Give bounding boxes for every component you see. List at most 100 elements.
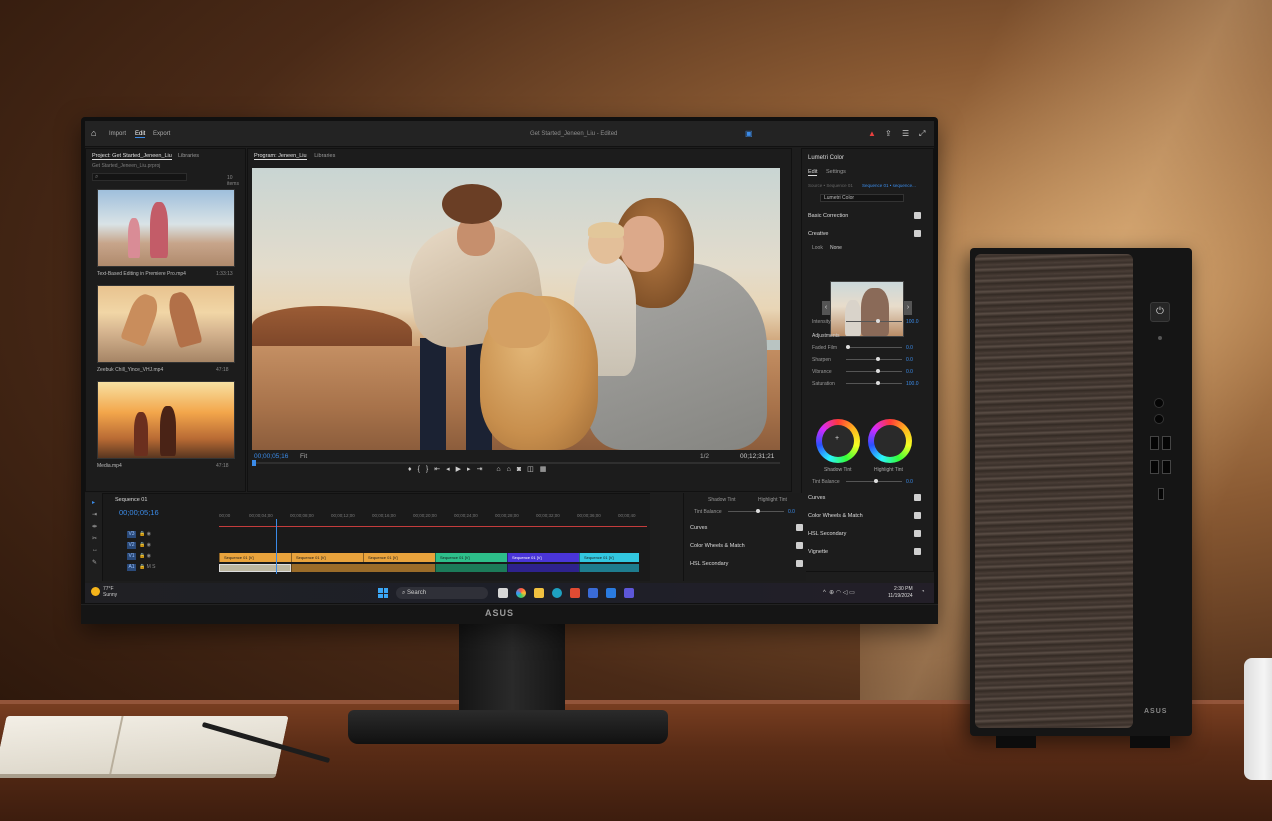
step-forward-icon[interactable]: ▸ [467, 466, 477, 473]
playback-scrubber[interactable] [252, 460, 780, 466]
faded-film-value[interactable]: 0.0 [906, 345, 913, 351]
curves-checkbox[interactable] [796, 524, 803, 531]
timeline-clip[interactable]: Sequence 01 [V] [291, 553, 363, 562]
track-header-v3[interactable]: V3 🔒 ◉ [127, 531, 215, 540]
tab-program[interactable]: Program: Jeneen_Liu [254, 153, 307, 160]
weather-widget[interactable]: 77°F Sunny [103, 586, 117, 598]
color-wheels-checkbox[interactable] [796, 542, 803, 549]
tab-import[interactable]: Import [109, 131, 126, 137]
in-point-icon[interactable]: { [418, 466, 426, 473]
vignette-checkbox[interactable] [914, 548, 921, 555]
slip-tool-icon[interactable]: ↔ [92, 547, 98, 553]
mic-jack[interactable] [1154, 414, 1164, 424]
usb-port[interactable] [1162, 436, 1171, 450]
store-icon[interactable] [570, 588, 580, 598]
sequence-label[interactable]: Sequence 01 • sequence... [862, 183, 916, 188]
section-curves[interactable]: Curves [808, 495, 825, 501]
tint-balance-value[interactable]: 0.0 [906, 479, 913, 485]
adjustments-label[interactable]: Adjustments [812, 333, 840, 339]
play-icon[interactable]: ▶ [456, 466, 467, 473]
intensity-value[interactable]: 100.0 [906, 319, 919, 325]
app-icon[interactable] [588, 588, 598, 598]
sharpen-value[interactable]: 0.0 [906, 357, 913, 363]
look-preview[interactable] [830, 281, 904, 337]
timeline-clip[interactable]: Sequence 01 [V] [363, 553, 435, 562]
track-label[interactable]: V2 [127, 542, 136, 549]
timeline-clip[interactable]: Sequence 01 [V] [219, 553, 291, 562]
hsl-secondary-checkbox[interactable] [796, 560, 803, 567]
settings-icon[interactable]: ▦ [540, 466, 553, 473]
power-icon[interactable]: ⏻ [1150, 302, 1170, 322]
section-color-wheels[interactable]: Color Wheels & Match [808, 513, 863, 519]
timeline-playhead[interactable] [276, 519, 277, 574]
track-label[interactable]: A1 [127, 564, 136, 571]
usb-port[interactable] [1150, 460, 1159, 474]
clip-thumbnail[interactable] [97, 285, 235, 363]
out-point-icon[interactable]: } [426, 466, 434, 473]
audio-clip[interactable] [219, 564, 291, 572]
app-icon[interactable] [624, 588, 634, 598]
quality-dropdown[interactable]: 1/2 [700, 453, 709, 460]
file-explorer-icon[interactable] [534, 588, 544, 598]
section-color-wheels[interactable]: Color Wheels & Match [690, 543, 745, 549]
faded-film-slider[interactable] [846, 345, 902, 349]
clip-thumbnail[interactable] [97, 381, 235, 459]
fit-dropdown[interactable]: Fit [300, 453, 307, 460]
highlight-tint-wheel[interactable] [868, 419, 912, 463]
wifi-icon[interactable]: ◠ [836, 590, 841, 596]
notification-icon[interactable]: ◔ [921, 589, 925, 595]
sequence-tab[interactable]: Sequence 01 [115, 497, 147, 503]
app-icon[interactable] [606, 588, 616, 598]
effect-select[interactable]: Lumetri Color [820, 194, 904, 202]
battery-icon[interactable]: ▭ [849, 590, 855, 596]
tint-balance-slider[interactable] [728, 509, 784, 513]
track-label[interactable]: V1 [127, 553, 136, 560]
playhead[interactable] [252, 460, 256, 466]
chevron-up-icon[interactable]: ^ [823, 590, 826, 596]
saturation-value[interactable]: 100.0 [906, 381, 919, 387]
volume-icon[interactable]: ◁ [843, 590, 848, 596]
clip-thumbnail[interactable] [97, 189, 235, 267]
curves-checkbox[interactable] [914, 494, 921, 501]
usb-c-port[interactable] [1158, 488, 1164, 500]
audio-jack[interactable] [1154, 398, 1164, 408]
current-timecode[interactable]: 00;00;05;16 [254, 453, 288, 460]
window-icon[interactable]: ▣ [745, 129, 753, 138]
audio-clip[interactable] [507, 564, 579, 572]
camera-icon[interactable]: ◙ [517, 466, 527, 473]
video-frame[interactable] [252, 168, 780, 450]
marker-icon[interactable]: ♦ [408, 466, 418, 473]
audio-clip[interactable] [435, 564, 507, 572]
selection-tool-icon[interactable]: ▸ [92, 499, 95, 506]
taskbar-search[interactable]: ⌕ Search [396, 587, 488, 599]
track-label[interactable]: V3 [127, 531, 136, 538]
tint-balance-slider[interactable] [846, 479, 902, 483]
fullscreen-icon[interactable]: ⤢ [919, 129, 925, 139]
step-back-icon[interactable]: ◂ [446, 466, 456, 473]
track-header-v2[interactable]: V2 🔒 ◉ [127, 542, 215, 551]
menu-icon[interactable]: ☰ [902, 129, 909, 138]
extract-icon[interactable]: ⌂ [507, 466, 517, 473]
tab-libraries[interactable]: Libraries [314, 153, 335, 159]
lift-icon[interactable]: ⌂ [496, 466, 506, 473]
system-tray[interactable]: ^ ⊕ ◠ ◁ ▭ [823, 589, 855, 596]
vibrance-slider[interactable] [846, 369, 902, 373]
tab-export[interactable]: Export [153, 131, 170, 137]
basic-correction-checkbox[interactable] [914, 212, 921, 219]
timeline-ruler[interactable]: 00;00 00;00;04;00 00;00;08;00 00;00;12;0… [219, 513, 647, 519]
search-input[interactable]: ⌕ [92, 173, 187, 181]
section-basic-correction[interactable]: Basic Correction [808, 213, 848, 219]
track-header-v1[interactable]: V1 🔒 ◉ [127, 553, 215, 562]
shadow-tint-wheel[interactable]: + [816, 419, 860, 463]
warning-icon[interactable]: ▲ [868, 129, 876, 138]
prev-look-icon[interactable]: ‹ [822, 301, 830, 315]
tint-balance-value[interactable]: 0.0 [788, 509, 795, 515]
tab-libraries[interactable]: Libraries [178, 153, 199, 159]
home-icon[interactable]: ⌂ [91, 128, 96, 138]
compare-icon[interactable]: ◫ [527, 466, 540, 473]
section-hsl-secondary[interactable]: HSL Secondary [690, 561, 728, 567]
tab-lumetri-settings[interactable]: Settings [826, 169, 846, 175]
track-header-a1[interactable]: A1 🔒 M S [127, 564, 215, 573]
look-select[interactable]: None [830, 245, 842, 251]
section-creative[interactable]: Creative [808, 231, 828, 237]
